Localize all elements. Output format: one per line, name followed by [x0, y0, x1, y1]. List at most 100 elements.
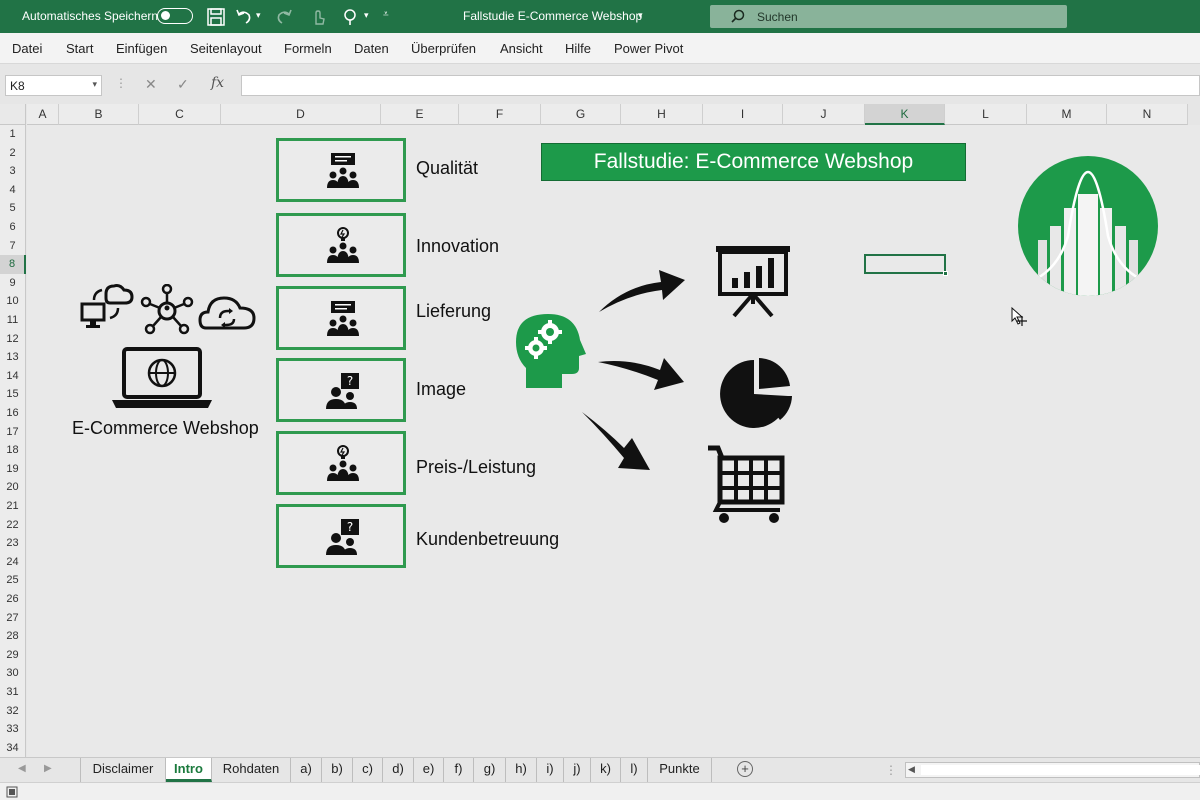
search-input[interactable]: Suchen	[710, 5, 1067, 28]
tab-scroll-right-icon[interactable]: ▶	[44, 763, 52, 774]
column-header-e[interactable]: E	[381, 104, 459, 125]
row-header-2[interactable]: 2	[0, 143, 26, 163]
row-header-24[interactable]: 24	[0, 552, 26, 572]
tab-splitter-icon[interactable]: ⋮	[885, 763, 897, 777]
formula-input[interactable]	[241, 75, 1200, 96]
row-header-21[interactable]: 21	[0, 497, 26, 516]
redo-icon[interactable]	[274, 7, 294, 27]
name-box-dropdown-icon[interactable]: ▾	[92, 79, 97, 90]
customize-toolbar-icon[interactable]: ⩡	[383, 9, 389, 20]
format-painter-icon[interactable]	[340, 7, 360, 27]
touch-mode-icon[interactable]	[308, 7, 328, 27]
autosave-toggle[interactable]	[157, 8, 193, 24]
column-header-k[interactable]: K	[865, 104, 945, 125]
row-header-27[interactable]: 27	[0, 608, 26, 628]
row-header-26[interactable]: 26	[0, 590, 26, 609]
undo-dropdown-icon[interactable]: ▾	[256, 10, 261, 21]
row-header-30[interactable]: 30	[0, 664, 26, 683]
selected-cell-k8[interactable]	[864, 254, 948, 276]
menu-daten[interactable]: Daten	[354, 41, 389, 56]
tab-f[interactable]: f)	[444, 758, 474, 782]
row-header-9[interactable]: 9	[0, 273, 26, 293]
tab-c[interactable]: c)	[353, 758, 383, 782]
column-header-h[interactable]: H	[621, 104, 703, 125]
quick-access-dropdown-icon[interactable]: ▾	[364, 10, 369, 21]
insert-function-button[interactable]: fx	[211, 75, 224, 91]
menu-power-pivot[interactable]: Power Pivot	[614, 41, 683, 56]
column-header-a[interactable]: A	[27, 104, 59, 125]
save-icon[interactable]	[206, 7, 226, 27]
row-header-34[interactable]: 34	[0, 738, 26, 758]
column-header-g[interactable]: G	[541, 104, 621, 125]
row-header-13[interactable]: 13	[0, 348, 26, 367]
row-header-10[interactable]: 10	[0, 292, 26, 311]
tab-scroll-left-icon[interactable]: ◀	[18, 763, 26, 774]
tab-g[interactable]: g)	[474, 758, 506, 782]
fill-handle[interactable]	[943, 271, 948, 276]
row-header-20[interactable]: 20	[0, 478, 26, 497]
row-header-6[interactable]: 6	[0, 218, 26, 237]
name-box[interactable]: K8 ▾	[5, 75, 102, 96]
column-header-n[interactable]: N	[1107, 104, 1188, 125]
scrollbar-thumb[interactable]	[921, 765, 1200, 775]
column-header-i[interactable]: I	[703, 104, 783, 125]
row-header-32[interactable]: 32	[0, 701, 26, 721]
horizontal-scrollbar[interactable]: ◀	[905, 762, 1200, 778]
tab-h[interactable]: h)	[506, 758, 537, 782]
menu-hilfe[interactable]: Hilfe	[565, 41, 591, 56]
row-header-4[interactable]: 4	[0, 180, 26, 200]
row-header-12[interactable]: 12	[0, 329, 26, 349]
row-header-33[interactable]: 33	[0, 720, 26, 739]
column-header-j[interactable]: J	[783, 104, 865, 125]
column-header-b[interactable]: B	[59, 104, 139, 125]
row-header-1[interactable]: 1	[0, 125, 26, 144]
row-header-25[interactable]: 25	[0, 571, 26, 590]
menu-einfuegen[interactable]: Einfügen	[116, 41, 167, 56]
row-header-19[interactable]: 19	[0, 459, 26, 479]
tab-intro[interactable]: Intro	[166, 758, 212, 782]
menu-formeln[interactable]: Formeln	[284, 41, 332, 56]
tab-i[interactable]: i)	[537, 758, 564, 782]
tab-e[interactable]: e)	[414, 758, 444, 782]
row-header-16[interactable]: 16	[0, 404, 26, 423]
row-header-7[interactable]: 7	[0, 236, 26, 256]
add-sheet-button[interactable]: +	[737, 761, 753, 777]
row-header-18[interactable]: 18	[0, 441, 26, 460]
tab-disclaimer[interactable]: Disclaimer	[80, 758, 166, 782]
column-header-c[interactable]: C	[139, 104, 221, 125]
confirm-entry-button[interactable]: ✓	[177, 76, 189, 93]
row-header-29[interactable]: 29	[0, 645, 26, 665]
scroll-left-arrow-icon[interactable]: ◀	[908, 764, 915, 775]
tab-punkte[interactable]: Punkte	[648, 758, 712, 782]
row-header-17[interactable]: 17	[0, 422, 26, 442]
menu-datei[interactable]: Datei	[12, 41, 42, 56]
row-header-23[interactable]: 23	[0, 534, 26, 553]
tab-k[interactable]: k)	[591, 758, 621, 782]
column-header-m[interactable]: M	[1027, 104, 1107, 125]
row-header-28[interactable]: 28	[0, 627, 26, 646]
row-header-11[interactable]: 11	[0, 311, 26, 330]
row-header-22[interactable]: 22	[0, 515, 26, 535]
menu-start[interactable]: Start	[66, 41, 93, 56]
row-header-3[interactable]: 3	[0, 162, 26, 181]
column-header-l[interactable]: L	[945, 104, 1027, 125]
column-header-d[interactable]: D	[221, 104, 381, 125]
tab-d[interactable]: d)	[383, 758, 414, 782]
row-header-15[interactable]: 15	[0, 385, 26, 404]
column-header-f[interactable]: F	[459, 104, 541, 125]
row-header-5[interactable]: 5	[0, 199, 26, 218]
tab-l[interactable]: l)	[621, 758, 648, 782]
row-header-8[interactable]: 8	[0, 255, 26, 274]
tab-b[interactable]: b)	[322, 758, 353, 782]
menu-ansicht[interactable]: Ansicht	[500, 41, 543, 56]
undo-icon[interactable]	[234, 7, 254, 27]
select-all-corner[interactable]	[0, 104, 26, 125]
cancel-entry-button[interactable]: ✕	[145, 76, 157, 93]
macro-recording-icon[interactable]	[6, 786, 18, 798]
tab-rohdaten[interactable]: Rohdaten	[212, 758, 291, 782]
tab-a[interactable]: a)	[291, 758, 322, 782]
menu-seitenlayout[interactable]: Seitenlayout	[190, 41, 262, 56]
title-dropdown-icon[interactable]: ▾	[638, 10, 643, 21]
menu-ueberpruefen[interactable]: Überprüfen	[411, 41, 476, 56]
tab-j[interactable]: j)	[564, 758, 591, 782]
